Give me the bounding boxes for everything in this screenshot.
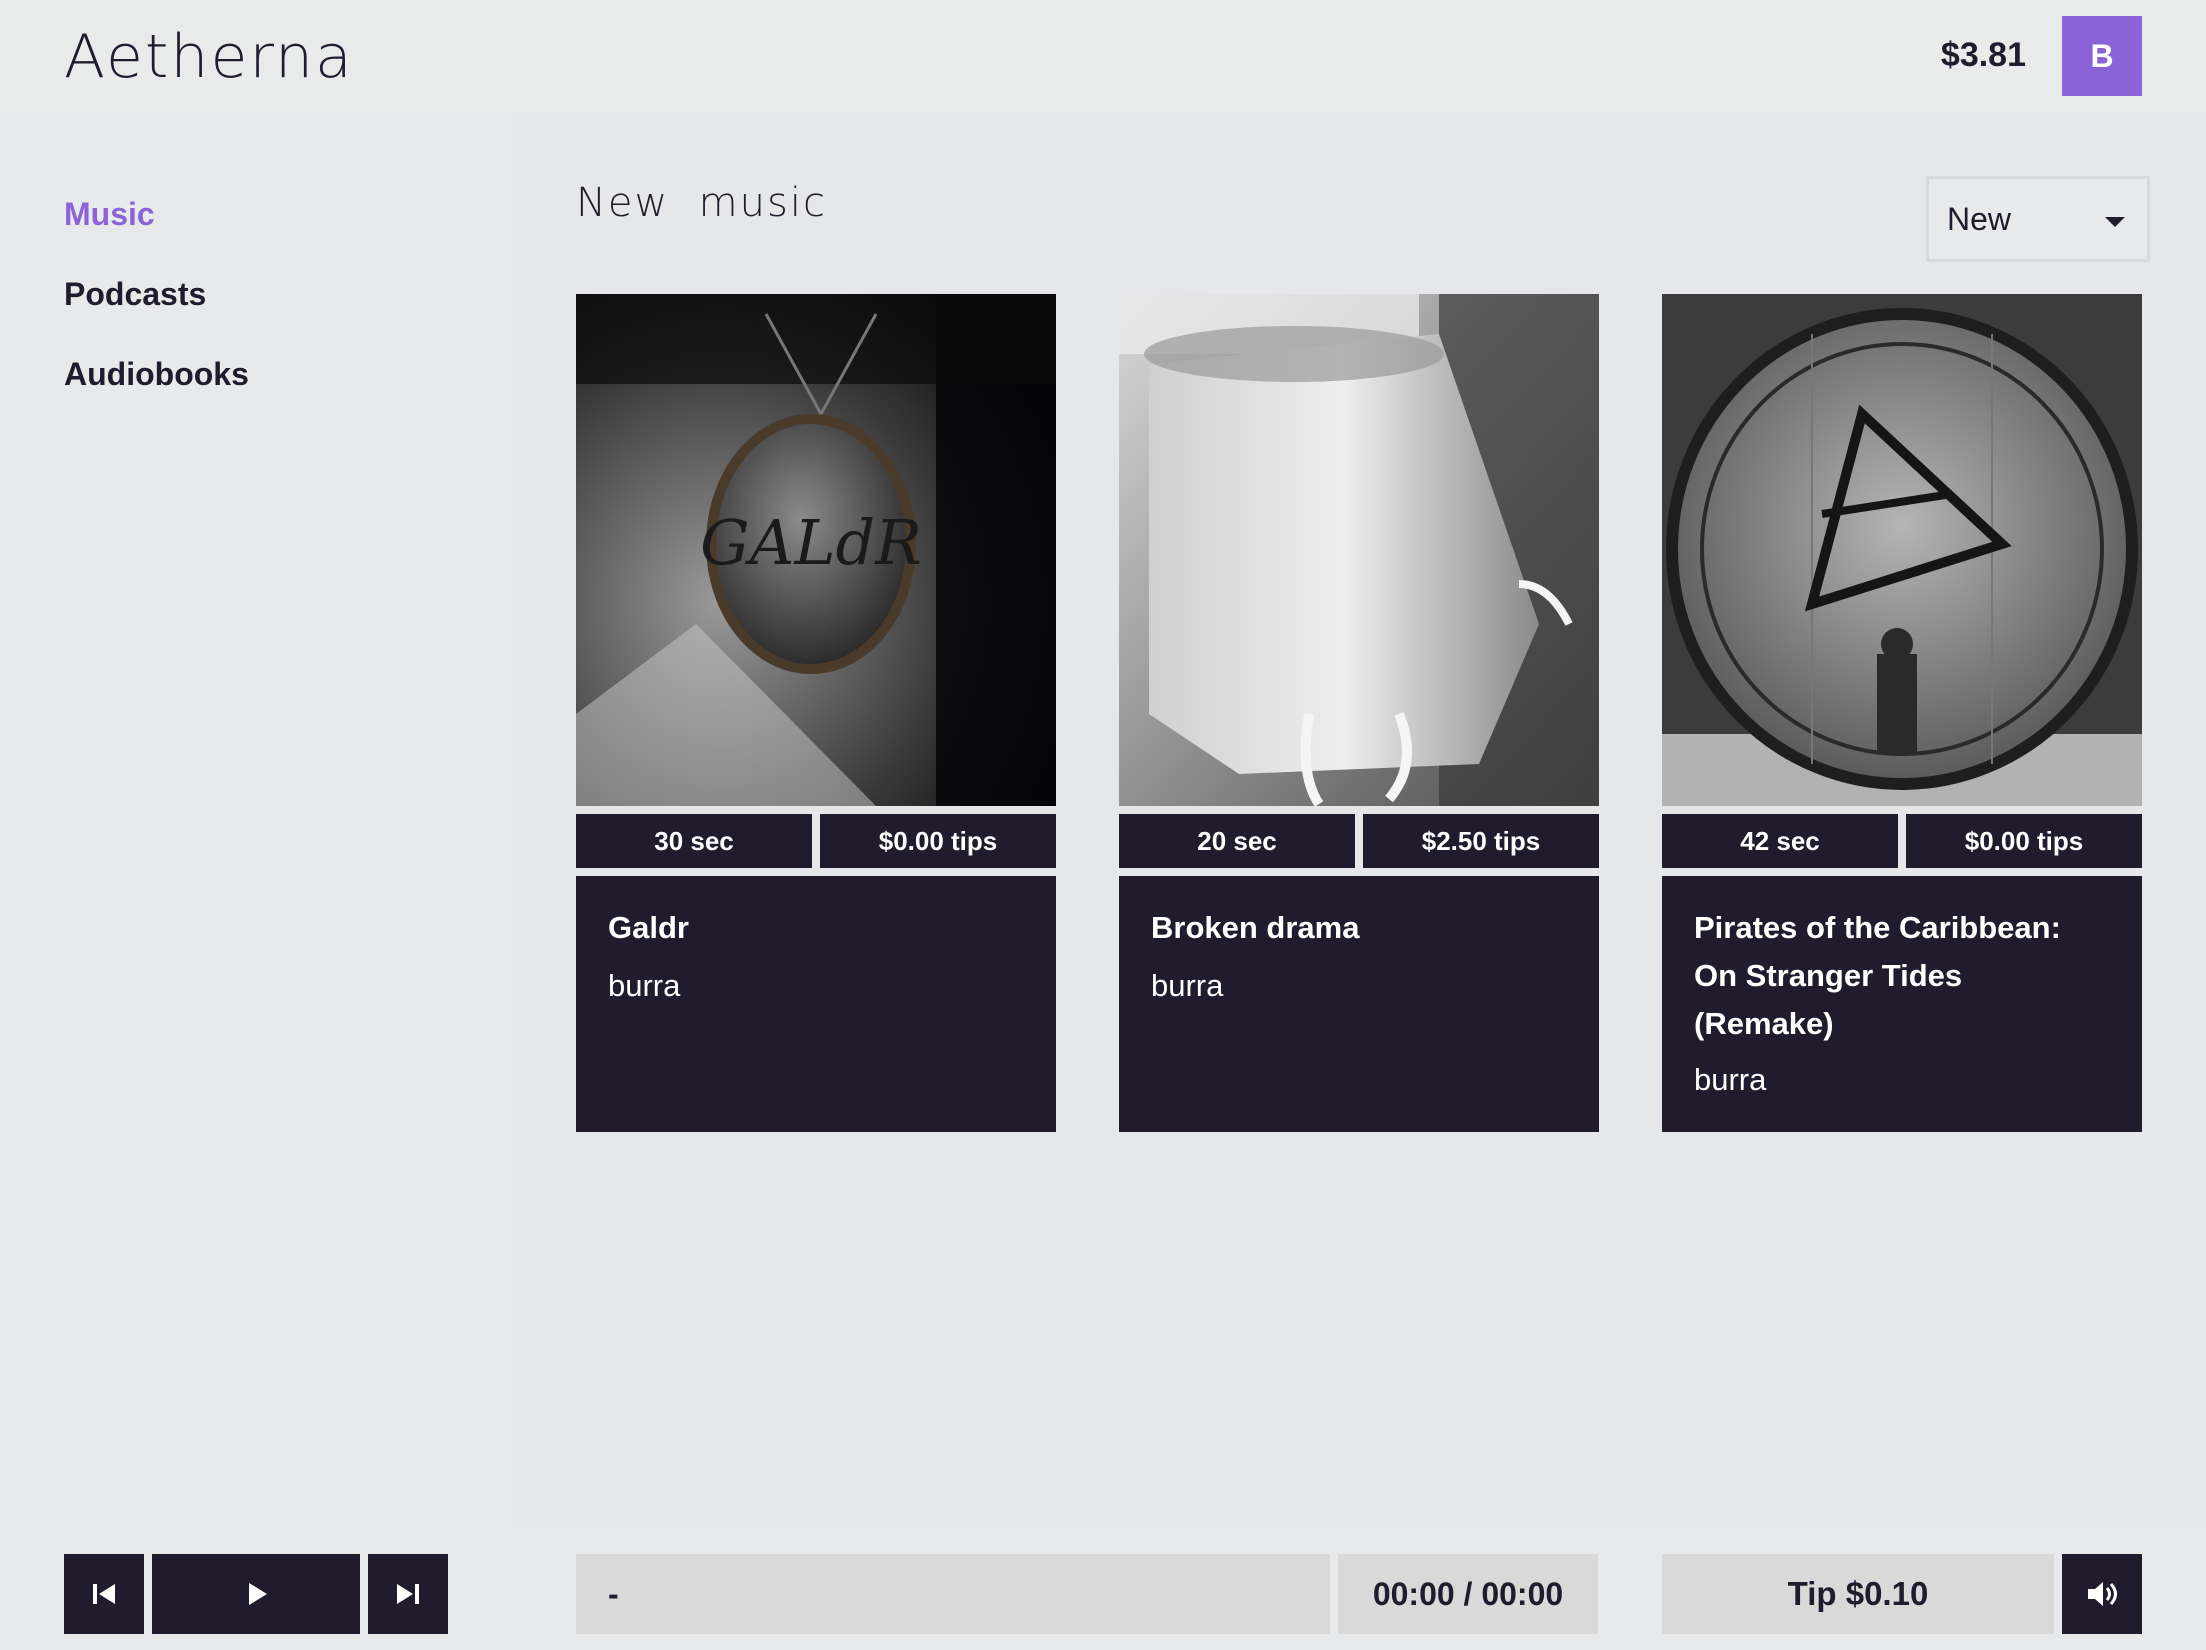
sidebar-item-audiobooks[interactable]: Audiobooks	[64, 356, 249, 393]
tip-button[interactable]: Tip $0.10	[1662, 1554, 2054, 1634]
volume-button[interactable]	[2062, 1554, 2142, 1634]
playback-time: 00:00 / 00:00	[1338, 1554, 1598, 1634]
track-card[interactable]: GALdR 30 sec $0.00 tips Galdr burra	[576, 294, 1056, 1132]
sort-dropdown[interactable]: New	[1926, 176, 2150, 262]
track-info[interactable]: Broken drama burra	[1119, 876, 1599, 1132]
track-artist[interactable]: burra	[1694, 1062, 2110, 1098]
tips-badge: $0.00 tips	[1906, 814, 2142, 868]
bucket-cover-image[interactable]	[1119, 294, 1599, 806]
track-title: Broken drama	[1151, 910, 1360, 945]
track-info[interactable]: Pirates of the Caribbean: On Stranger Ti…	[1662, 876, 2142, 1132]
track-card[interactable]: 20 sec $2.50 tips Broken drama burra	[1119, 294, 1599, 1132]
sort-selected-value: New	[1947, 200, 2012, 237]
barrel-cover-image[interactable]	[1662, 294, 2142, 806]
track-info[interactable]: Galdr burra	[576, 876, 1056, 1132]
track-title: Pirates of the Caribbean: On Stranger Ti…	[1694, 910, 2061, 1041]
sidebar-item-music[interactable]: Music	[64, 196, 155, 233]
next-button[interactable]	[368, 1554, 448, 1634]
tips-badge: $2.50 tips	[1363, 814, 1599, 868]
svg-text:GALdR: GALdR	[700, 506, 922, 579]
wallet-balance: $3.81	[1940, 36, 2026, 74]
previous-button[interactable]	[64, 1554, 144, 1634]
now-playing-title: -	[576, 1554, 1330, 1634]
user-avatar[interactable]: B	[2062, 16, 2142, 96]
skip-next-icon	[397, 1584, 419, 1604]
track-artist[interactable]: burra	[608, 968, 1024, 1004]
play-icon	[249, 1583, 267, 1605]
galdr-cover-image[interactable]: GALdR	[576, 294, 1056, 806]
track-title: Galdr	[608, 910, 689, 945]
play-button[interactable]	[152, 1554, 360, 1634]
app-logo[interactable]: Aetherna	[64, 22, 354, 92]
duration-badge: 30 sec	[576, 814, 812, 868]
tips-badge: $0.00 tips	[820, 814, 1056, 868]
sidebar	[0, 112, 512, 1528]
track-card[interactable]: 42 sec $0.00 tips Pirates of the Caribbe…	[1662, 294, 2142, 1132]
sidebar-item-podcasts[interactable]: Podcasts	[64, 276, 206, 313]
duration-badge: 20 sec	[1119, 814, 1355, 868]
page-title: New music	[576, 180, 827, 226]
duration-badge: 42 sec	[1662, 814, 1898, 868]
skip-previous-icon	[93, 1584, 115, 1604]
chevron-down-icon	[2105, 217, 2125, 227]
track-artist[interactable]: burra	[1151, 968, 1567, 1004]
volume-icon	[2088, 1582, 2117, 1606]
